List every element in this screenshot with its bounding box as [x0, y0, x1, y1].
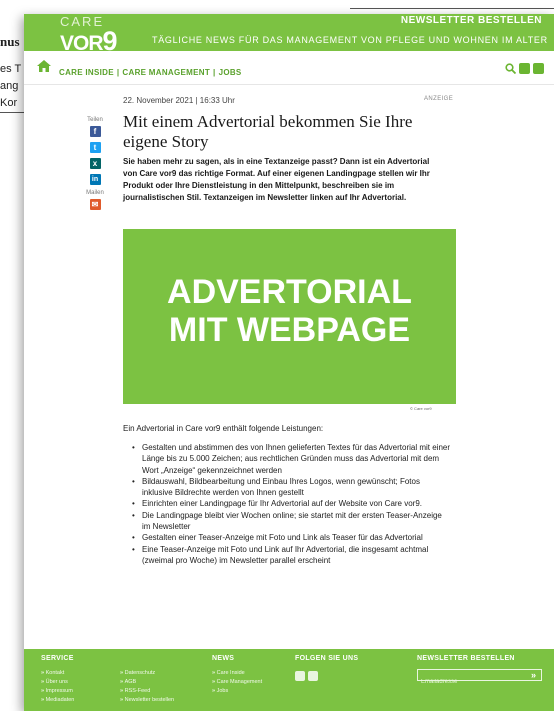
xing-icon[interactable] [295, 671, 305, 681]
nav-item-care-management[interactable]: CARE MANAGEMENT [122, 68, 210, 77]
footer-link-datenschutz[interactable]: Datenschutz [120, 669, 174, 678]
background-divider [350, 8, 554, 9]
footer-news-col: Care Inside Care Management Jobs [212, 669, 263, 696]
footer-link-newsletter[interactable]: Newsletter bestellen [120, 696, 175, 705]
footer-link-care-inside[interactable]: Care Inside [212, 669, 262, 678]
footer-social-icons [295, 671, 318, 681]
list-item: Bildauswahl, Bildbearbeitung und Einbau … [132, 476, 452, 499]
background-text-fragment: es T [0, 63, 22, 75]
article-intro: Ein Advertorial in Care vor9 enthält fol… [123, 424, 324, 433]
footer-link-rss[interactable]: RSS-Feed [120, 687, 174, 696]
hero-image: ADVERTORIAL MIT WEBPAGE [123, 229, 456, 404]
site-tagline: TÄGLICHE NEWS FÜR DAS MANAGEMENT VON PFL… [152, 35, 548, 45]
footer-link-ueber-uns[interactable]: Über uns [41, 678, 74, 687]
footer-link-agb[interactable]: AGB [120, 678, 174, 687]
nav-separator: | [213, 68, 216, 77]
footer-link-care-management[interactable]: Care Management [212, 678, 263, 687]
list-item: Gestalten und abstimmen des von Ihnen ge… [132, 442, 452, 476]
article-lead: Sie haben mehr zu sagen, als in eine Tex… [123, 157, 430, 202]
twitter-icon[interactable] [533, 63, 544, 74]
list-item: Gestalten einer Teaser-Anzeige mit Foto … [132, 532, 452, 544]
footer-service-col-2: Datenschutz AGB RSS-Feed Newsletter best… [120, 669, 175, 705]
email-input[interactable] [418, 677, 521, 687]
main-nav: CARE INSIDE | CARE MANAGEMENT | JOBS [24, 51, 554, 85]
image-credit: © Care vor9 [410, 406, 432, 411]
footer-newsletter-heading: NEWSLETTER BESTELLEN [417, 655, 515, 662]
share-label: Teilen [87, 117, 103, 123]
hero-line-1: ADVERTORIAL [167, 273, 412, 311]
footer-news-heading: NEWS [212, 655, 235, 662]
share-sidebar: Teilen f t x in Mailen ✉ [84, 117, 106, 215]
list-item: Einrichten einer Landingpage für Ihr Adv… [132, 498, 452, 510]
webpage-screenshot: CARE VOR9 NEWSLETTER BESTELLEN TÄGLICHE … [24, 14, 554, 711]
xing-icon[interactable] [519, 63, 530, 74]
newsletter-signup: » [417, 669, 542, 687]
footer-service-heading: SERVICE [41, 655, 74, 662]
home-icon[interactable] [37, 60, 51, 72]
newsletter-order-link[interactable]: NEWSLETTER BESTELLEN [401, 15, 542, 26]
facebook-icon[interactable]: f [89, 126, 101, 137]
hero-text: ADVERTORIAL MIT WEBPAGE [123, 273, 456, 349]
ad-badge: ANZEIGE [424, 96, 454, 102]
nav-item-care-inside[interactable]: CARE INSIDE [59, 68, 114, 77]
linkedin-icon[interactable]: in [89, 174, 101, 185]
service-list: Gestalten und abstimmen des von Ihnen ge… [132, 442, 452, 566]
background-text-fragment: ang [0, 80, 19, 92]
twitter-icon[interactable] [308, 671, 318, 681]
nav-links: CARE INSIDE | CARE MANAGEMENT | JOBS [59, 68, 242, 77]
twitter-icon[interactable]: t [89, 142, 101, 153]
hero-line-2: MIT WEBPAGE [168, 311, 411, 349]
article-date: 22. November 2021 | 16:33 Uhr [123, 96, 235, 105]
site-header: CARE VOR9 NEWSLETTER BESTELLEN TÄGLICHE … [24, 14, 554, 56]
footer-service-col-1: Kontakt Über uns Impressum Mediadaten [41, 669, 75, 705]
footer-link-impressum[interactable]: Impressum [41, 687, 74, 696]
footer-link-jobs[interactable]: Jobs [212, 687, 262, 696]
article-title: Mit einem Advertorial bekommen Sie Ihre … [123, 112, 413, 151]
site-footer: SERVICE Kontakt Über uns Impressum Media… [24, 649, 554, 711]
xing-icon[interactable]: x [89, 158, 101, 169]
mail-label: Mailen [86, 190, 104, 196]
nav-separator: | [116, 68, 120, 77]
mail-icon[interactable]: ✉ [89, 199, 101, 210]
background-text-fragment: Kor [0, 97, 18, 109]
submit-arrow-button[interactable]: » [531, 670, 536, 680]
list-item: Eine Teaser-Anzeige mit Foto und Link au… [132, 544, 452, 567]
footer-link-kontakt[interactable]: Kontakt [41, 669, 74, 678]
list-item: Die Landingpage bleibt vier Wochen onlin… [132, 510, 452, 533]
nav-icon-group [505, 63, 544, 74]
search-icon[interactable] [505, 63, 516, 74]
footer-link-mediadaten[interactable]: Mediadaten [41, 696, 75, 705]
footer-follow-heading: FOLGEN SIE UNS [295, 655, 359, 662]
background-heading-fragment: nus [0, 34, 20, 49]
nav-item-jobs[interactable]: JOBS [219, 68, 242, 77]
